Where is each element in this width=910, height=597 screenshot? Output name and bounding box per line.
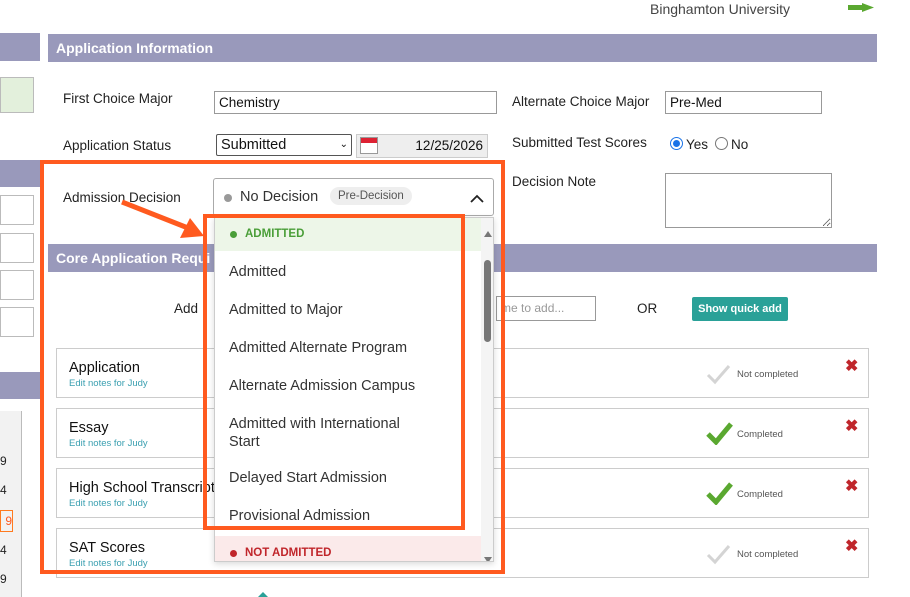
status-dot-icon — [224, 194, 232, 202]
show-quick-add-button[interactable]: Show quick add — [692, 297, 788, 321]
application-status-select[interactable]: Submitted ⌄ — [216, 134, 352, 156]
status-date-value: 12/25/2026 — [415, 138, 483, 153]
group-label-not-admitted: NOT ADMITTED — [245, 547, 332, 559]
scrollbar-thumb[interactable] — [484, 260, 491, 342]
sidebar-field[interactable] — [0, 307, 34, 337]
first-choice-major-label: First Choice Major — [63, 91, 173, 106]
dropdown-scrollbar[interactable] — [481, 218, 493, 561]
scroll-up-arrow-icon[interactable] — [484, 224, 492, 242]
alternate-choice-major-label: Alternate Choice Major — [512, 94, 650, 109]
delete-icon[interactable]: ✖ — [845, 356, 858, 376]
check-icon[interactable] — [705, 481, 733, 510]
check-icon[interactable] — [705, 421, 733, 450]
application-status-value: Submitted — [221, 137, 287, 153]
sidebar-top-bar — [0, 33, 40, 61]
sidebar-green-box — [0, 77, 34, 113]
add-requirement-input[interactable]: me to add... — [496, 296, 596, 321]
delete-icon[interactable]: ✖ — [845, 536, 858, 556]
scroll-top-icon[interactable] — [254, 588, 272, 597]
add-requirement-placeholder: me to add... — [501, 301, 565, 315]
calendar-fragment: 9 4 9 4 9 — [0, 411, 22, 597]
scroll-down-arrow-icon[interactable] — [484, 550, 492, 561]
submitted-test-scores-label: Submitted Test Scores — [512, 135, 647, 150]
calendar-icon[interactable] — [360, 137, 378, 154]
sidebar-field[interactable] — [0, 195, 34, 225]
decision-note-textarea[interactable] — [665, 173, 832, 228]
test-scores-yes-label: Yes — [686, 137, 709, 152]
delete-icon[interactable]: ✖ — [845, 416, 858, 436]
sidebar-mid-bar — [0, 160, 40, 187]
options-highlight — [203, 214, 465, 530]
chevron-up-icon[interactable] — [470, 191, 484, 209]
group-header-not-admitted: NOT ADMITTED — [215, 536, 481, 561]
check-outline-icon[interactable] — [705, 363, 731, 390]
admission-decision-select[interactable]: No Decision Pre-Decision — [213, 178, 494, 216]
first-choice-major-input[interactable]: Chemistry — [214, 91, 497, 114]
test-scores-yes-radio[interactable] — [670, 137, 683, 150]
delete-icon[interactable]: ✖ — [845, 476, 858, 496]
sidebar-lower-bar — [0, 372, 40, 399]
calendar-day[interactable]: 4 — [0, 543, 7, 557]
university-name: Binghamton University — [650, 1, 791, 17]
chevron-down-icon: ⌄ — [339, 139, 348, 150]
requirement-status: Completed — [737, 489, 783, 500]
requirement-status: Completed — [737, 429, 783, 440]
or-label: OR — [637, 301, 658, 316]
not-admitted-dot-icon — [230, 550, 237, 557]
annotation-arrow-icon — [118, 196, 213, 251]
alternate-choice-major-input[interactable]: Pre-Med — [665, 91, 822, 114]
test-scores-no-radio[interactable] — [715, 137, 728, 150]
calendar-day[interactable]: 4 — [0, 483, 7, 497]
test-scores-no-label: No — [731, 137, 749, 152]
check-outline-icon[interactable] — [705, 543, 731, 570]
application-information-header: Application Information — [48, 34, 877, 62]
pre-decision-badge: Pre-Decision — [330, 187, 412, 205]
exit-arrow-icon[interactable] — [848, 0, 874, 12]
calendar-day[interactable]: 9 — [0, 572, 7, 586]
sidebar-field[interactable] — [0, 233, 34, 263]
sidebar-field[interactable] — [0, 270, 34, 300]
admission-decision-value: No Decision — [240, 189, 319, 205]
application-status-label: Application Status — [63, 138, 172, 153]
decision-note-label: Decision Note — [512, 174, 597, 189]
calendar-day[interactable]: 9 — [0, 454, 7, 468]
requirement-status: Not completed — [737, 549, 799, 560]
calendar-day-selected[interactable]: 9 — [0, 510, 13, 532]
status-date-field[interactable]: 12/25/2026 — [356, 134, 488, 158]
requirement-status: Not completed — [737, 369, 799, 380]
